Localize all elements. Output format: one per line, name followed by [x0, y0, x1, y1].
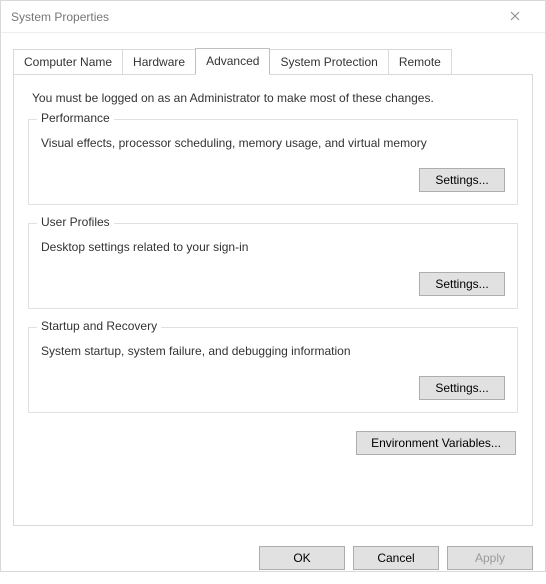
environment-variables-button[interactable]: Environment Variables... [356, 431, 516, 455]
tab-hardware[interactable]: Hardware [122, 49, 196, 75]
window-title: System Properties [11, 10, 109, 24]
tab-advanced[interactable]: Advanced [195, 48, 270, 75]
group-startup-recovery-desc: System startup, system failure, and debu… [41, 344, 505, 358]
group-startup-recovery-legend: Startup and Recovery [37, 319, 161, 333]
titlebar: System Properties [1, 1, 545, 33]
group-user-profiles-desc: Desktop settings related to your sign-in [41, 240, 505, 254]
cancel-button[interactable]: Cancel [353, 546, 439, 570]
tab-system-protection[interactable]: System Protection [269, 49, 388, 75]
tab-strip: Computer Name Hardware Advanced System P… [13, 47, 533, 74]
group-performance-desc: Visual effects, processor scheduling, me… [41, 136, 505, 150]
startup-recovery-settings-button[interactable]: Settings... [419, 376, 505, 400]
group-user-profiles: User Profiles Desktop settings related t… [28, 223, 518, 309]
performance-settings-button[interactable]: Settings... [419, 168, 505, 192]
ok-button[interactable]: OK [259, 546, 345, 570]
admin-note: You must be logged on as an Administrato… [32, 91, 514, 105]
user-profiles-settings-button[interactable]: Settings... [419, 272, 505, 296]
group-performance-legend: Performance [37, 111, 114, 125]
tab-pane-advanced: You must be logged on as an Administrato… [13, 74, 533, 526]
dialog-footer: OK Cancel Apply [1, 536, 545, 584]
group-startup-recovery: Startup and Recovery System startup, sys… [28, 327, 518, 413]
close-icon[interactable] [495, 10, 535, 24]
group-performance: Performance Visual effects, processor sc… [28, 119, 518, 205]
group-user-profiles-legend: User Profiles [37, 215, 114, 229]
tab-remote[interactable]: Remote [388, 49, 452, 75]
tab-computer-name[interactable]: Computer Name [13, 49, 123, 75]
apply-button[interactable]: Apply [447, 546, 533, 570]
